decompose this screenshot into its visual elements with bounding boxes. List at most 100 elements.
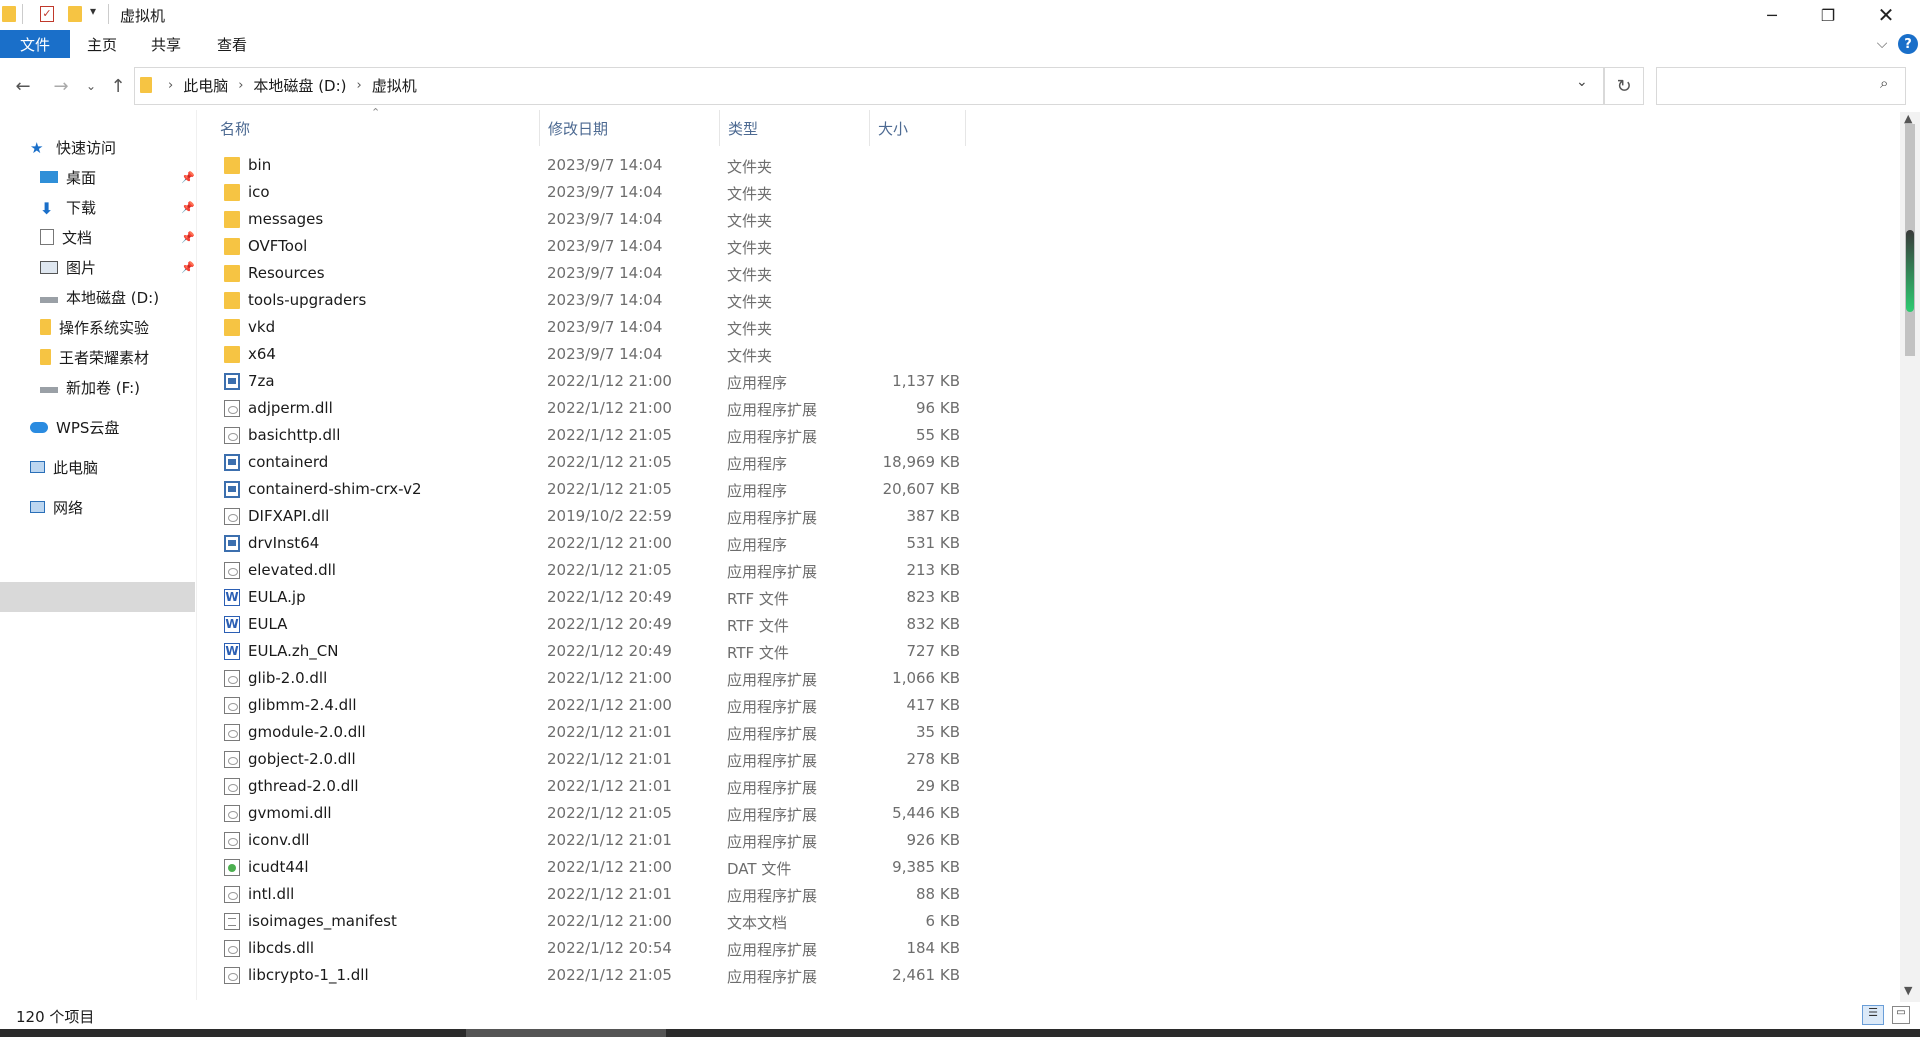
sidebar-item-honor-of-kings[interactable]: 王者荣耀素材 [40,343,149,371]
file-row[interactable]: W EULA.zh_CN 2022/1/12 20:49 RTF 文件 727 KB [196,638,996,665]
file-row[interactable]: 7za 2022/1/12 21:00 应用程序 1,137 KB [196,368,996,395]
recent-locations-button[interactable]: ⌄ [80,64,102,108]
breadcrumb-this-pc[interactable]: 此电脑 [183,75,228,96]
tab-home[interactable]: 主页 [80,30,124,58]
expand-ribbon-icon[interactable]: ⌵ [1872,30,1892,58]
pin-icon[interactable]: 📌 [181,231,195,244]
sidebar-item-os-lab[interactable]: 操作系统实验 [40,313,149,341]
chevron-right-icon[interactable]: › [357,78,362,93]
sidebar-item-documents[interactable]: 文档 📌 [40,223,195,251]
file-row[interactable]: adjperm.dll 2022/1/12 21:00 应用程序扩展 96 KB [196,395,996,422]
file-row[interactable]: Resources 2023/9/7 14:04 文件夹 [196,260,996,287]
properties-icon[interactable]: ✓ [40,6,54,22]
chevron-right-icon[interactable]: › [238,78,243,93]
column-header-type[interactable]: 类型 [720,110,870,146]
file-row[interactable]: basichttp.dll 2022/1/12 21:05 应用程序扩展 55 KB [196,422,996,449]
file-row[interactable]: gvmomi.dll 2022/1/12 21:05 应用程序扩展 5,446 KB [196,800,996,827]
desktop-icon [40,171,58,183]
file-row[interactable]: containerd 2022/1/12 21:05 应用程序 18,969 KB [196,449,996,476]
file-row[interactable]: ico 2023/9/7 14:04 文件夹 [196,179,996,206]
pin-icon[interactable]: 📌 [181,171,195,184]
file-row[interactable]: x64 2023/9/7 14:04 文件夹 [196,341,996,368]
column-header-name[interactable]: 名称 [196,110,540,146]
file-row[interactable]: W EULA.jp 2022/1/12 20:49 RTF 文件 823 KB [196,584,996,611]
search-input[interactable] [1656,67,1906,105]
minimize-button[interactable]: ─ [1744,0,1800,30]
tab-view[interactable]: 查看 [210,30,254,58]
sidebar-item-quick-access[interactable]: ★ 快速访问 [30,133,116,161]
tab-share[interactable]: 共享 [144,30,188,58]
file-row[interactable]: gmodule-2.0.dll 2022/1/12 21:01 应用程序扩展 35 K… [196,719,996,746]
file-size: 9,385 KB [892,858,960,876]
sidebar-item-wps-cloud[interactable]: WPS云盘 [30,413,119,441]
file-type: 文件夹 [727,293,773,311]
file-date: 2022/1/12 21:01 [547,777,672,795]
file-type: 应用程序 [727,374,788,392]
file-date: 2023/9/7 14:04 [547,291,663,309]
sidebar-item-pictures[interactable]: 图片 📌 [40,253,195,281]
scroll-down-icon[interactable]: ▼ [1904,984,1912,997]
refresh-button[interactable]: ↻ [1604,67,1644,105]
file-row[interactable]: intl.dll 2022/1/12 21:01 应用程序扩展 88 KB [196,881,996,908]
folder-file-icon [224,184,240,201]
file-row[interactable]: messages 2023/9/7 14:04 文件夹 [196,206,996,233]
sidebar-item-drive-d[interactable]: 本地磁盘 (D:) [40,283,159,311]
folder-icon [40,319,51,335]
customize-quick-access-icon[interactable]: ▾ [90,4,104,20]
file-type: 文件夹 [727,266,773,284]
sidebar-item-desktop[interactable]: 桌面 📌 [40,163,195,191]
forward-button[interactable]: → [48,64,74,108]
file-row[interactable]: glibmm-2.4.dll 2022/1/12 21:00 应用程序扩展 417 K… [196,692,996,719]
sidebar-item-network[interactable]: 网络 [30,493,83,521]
chevron-right-icon[interactable]: › [168,78,173,93]
file-row[interactable]: tools-upgraders 2023/9/7 14:04 文件夹 [196,287,996,314]
file-size: 531 KB [906,534,960,552]
computer-icon [30,461,45,473]
file-row[interactable]: iconv.dll 2022/1/12 21:01 应用程序扩展 926 KB [196,827,996,854]
file-row[interactable]: OVFTool 2023/9/7 14:04 文件夹 [196,233,996,260]
new-folder-icon[interactable] [68,6,82,22]
file-row[interactable]: icudt44l 2022/1/12 21:00 DAT 文件 9,385 KB [196,854,996,881]
address-dropdown-icon[interactable]: ⌄ [1576,74,1588,90]
file-row[interactable]: vkd 2023/9/7 14:04 文件夹 [196,314,996,341]
column-header-date[interactable]: 修改日期 [540,110,720,146]
tab-file[interactable]: 文件 [0,30,70,58]
file-row[interactable]: elevated.dll 2022/1/12 21:05 应用程序扩展 213 KB [196,557,996,584]
file-row[interactable]: libcds.dll 2022/1/12 20:54 应用程序扩展 184 KB [196,935,996,962]
file-row[interactable]: W EULA 2022/1/12 20:49 RTF 文件 832 KB [196,611,996,638]
column-header-size[interactable]: 大小 [870,110,966,146]
file-row[interactable]: isoimages_manifest 2022/1/12 21:00 文本文档 6 K… [196,908,996,935]
up-button[interactable]: ↑ [106,64,130,108]
large-icons-view-icon[interactable]: ▭ [1892,1006,1910,1024]
file-name: gmodule-2.0.dll [248,723,366,741]
file-row[interactable]: gthread-2.0.dll 2022/1/12 21:01 应用程序扩展 29 K… [196,773,996,800]
sidebar-item-drive-f[interactable]: 新加卷 (F:) [40,373,140,401]
file-row[interactable]: libcrypto-1_1.dll 2022/1/12 21:05 应用程序扩展 2,… [196,962,996,989]
breadcrumb-local-disk-d[interactable]: 本地磁盘 (D:) [253,75,346,96]
file-size: 832 KB [906,615,960,633]
file-date: 2022/1/12 20:49 [547,588,672,606]
file-row[interactable]: gobject-2.0.dll 2022/1/12 21:01 应用程序扩展 278 … [196,746,996,773]
sidebar-item-downloads[interactable]: ⬇ 下载 📌 [40,193,195,221]
breadcrumb-vm[interactable]: 虚拟机 [372,75,417,96]
file-row[interactable]: glib-2.0.dll 2022/1/12 21:00 应用程序扩展 1,066 K… [196,665,996,692]
file-row[interactable]: bin 2023/9/7 14:04 文件夹 [196,152,996,179]
file-row[interactable]: containerd-shim-crx-v2 2022/1/12 21:05 应用程… [196,476,996,503]
pin-icon[interactable]: 📌 [181,201,195,214]
details-view-icon[interactable]: ☰ [1862,1005,1884,1025]
file-row[interactable]: drvInst64 2022/1/12 21:00 应用程序 531 KB [196,530,996,557]
file-type: RTF 文件 [727,644,789,662]
help-icon[interactable]: ? [1898,34,1918,54]
restore-button[interactable]: ❐ [1800,0,1856,30]
back-button[interactable]: ← [10,64,36,108]
file-date: 2019/10/2 22:59 [547,507,672,525]
file-row[interactable]: DIFXAPI.dll 2019/10/2 22:59 应用程序扩展 387 KB [196,503,996,530]
sidebar-item-this-pc[interactable]: 此电脑 [30,453,98,481]
column-headers: 名称 ⌃ 修改日期 类型 大小 [196,106,971,146]
file-type: 应用程序扩展 [727,968,818,986]
file-type: 应用程序扩展 [727,698,818,716]
folder-file-icon [224,346,240,363]
file-name: bin [248,156,272,174]
pin-icon[interactable]: 📌 [181,261,195,274]
close-button[interactable]: ✕ [1858,0,1914,30]
